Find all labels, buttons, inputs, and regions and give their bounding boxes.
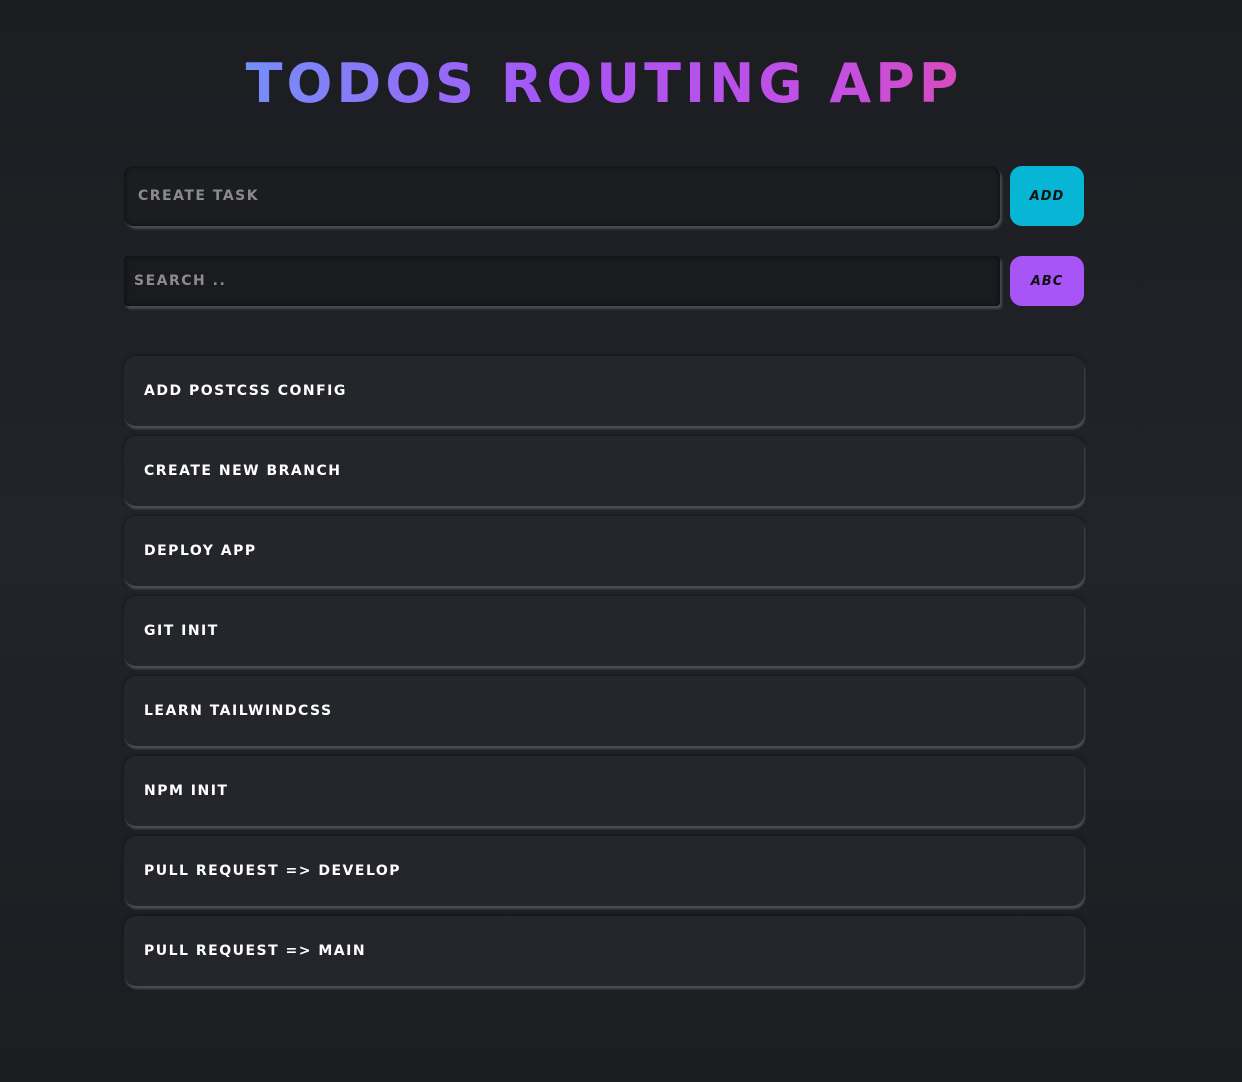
task-item[interactable]: pull request => main — [124, 916, 1084, 986]
task-item[interactable]: Create new branch — [124, 436, 1084, 506]
task-item[interactable]: pull request => develop — [124, 836, 1084, 906]
task-item[interactable]: Deploy app — [124, 516, 1084, 586]
search-input[interactable] — [134, 273, 1000, 289]
task-label: learn tailwindcss — [144, 703, 333, 719]
task-list: Add postcss config Create new branch Dep… — [124, 356, 1084, 996]
page-title: Todos Routing App — [124, 52, 1084, 116]
task-item[interactable]: git init — [124, 596, 1084, 666]
create-task-row: Add — [124, 166, 1084, 226]
task-label: npm init — [144, 783, 229, 799]
sort-abc-button[interactable]: ABC — [1010, 256, 1084, 306]
task-item[interactable]: Add postcss config — [124, 356, 1084, 426]
task-label: pull request => main — [144, 943, 367, 959]
search-row: ABC — [124, 256, 1084, 306]
create-task-field — [124, 166, 1000, 226]
create-task-input[interactable] — [138, 188, 1000, 204]
task-label: Deploy app — [144, 543, 257, 559]
task-label: git init — [144, 623, 219, 639]
add-task-button[interactable]: Add — [1010, 166, 1084, 226]
task-label: Add postcss config — [144, 383, 347, 399]
search-field — [124, 256, 1000, 306]
task-item[interactable]: learn tailwindcss — [124, 676, 1084, 746]
task-label: Create new branch — [144, 463, 342, 479]
task-label: pull request => develop — [144, 863, 402, 879]
task-item[interactable]: npm init — [124, 756, 1084, 826]
